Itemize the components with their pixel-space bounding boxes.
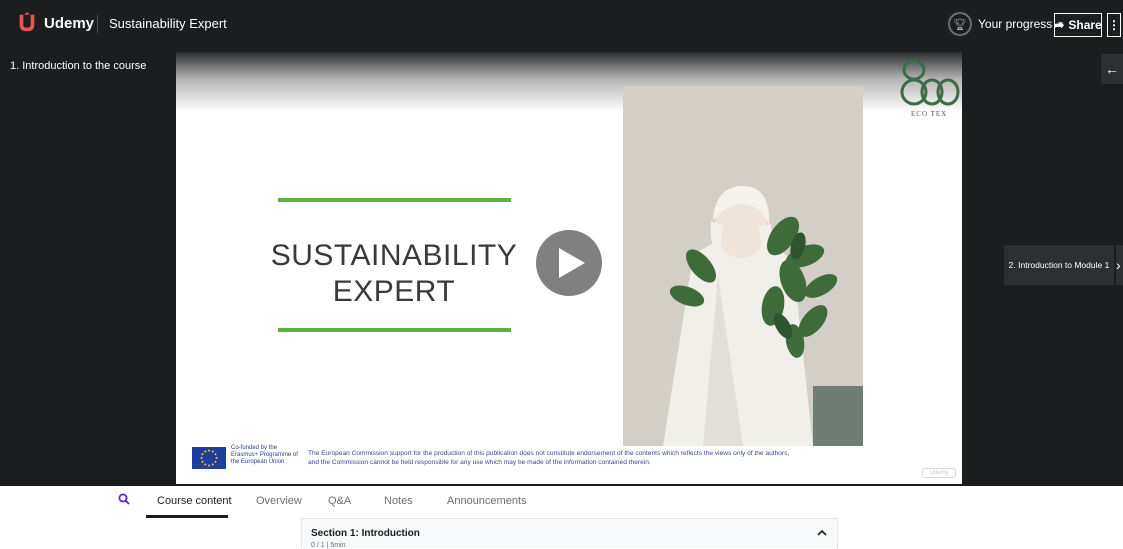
back-arrow-icon[interactable]: ← [1101, 54, 1123, 84]
tab-overview[interactable]: Overview [256, 495, 302, 507]
slide-title-line1: SUSTAINABILITY [270, 239, 518, 272]
model-photo [623, 86, 863, 446]
next-lecture-label[interactable]: 2. Introduction to Module 1 [1004, 245, 1114, 285]
share-label: Share [1068, 18, 1102, 32]
green-divider-top [278, 198, 511, 202]
share-icon: ➦ [1054, 18, 1065, 32]
header-divider [97, 15, 98, 33]
eu-disclaimer: The European Commission support for the … [308, 449, 958, 467]
eco-tex-logo [900, 59, 960, 106]
chevron-up-icon[interactable] [817, 527, 827, 539]
next-arrow-icon[interactable]: › [1116, 245, 1123, 285]
eco-tex-label: ECO TEX [911, 110, 948, 118]
tab-notes[interactable]: Notes [384, 495, 413, 507]
udemy-logo-icon [19, 12, 35, 32]
play-icon [559, 248, 585, 278]
udemy-watermark: Udemy [922, 468, 956, 478]
trophy-icon: 🏆︎ [948, 12, 972, 36]
slide-title-line2: EXPERT [332, 275, 456, 308]
search-icon[interactable] [118, 493, 130, 508]
course-title-link[interactable]: Sustainability Expert [109, 16, 227, 31]
kebab-menu-icon: ⋮ [1108, 18, 1120, 32]
disclaimer-line1: The European Commission support for the … [308, 450, 790, 457]
tab-course-content[interactable]: Course content [157, 495, 232, 507]
disclaimer-line2: and the Commission cannot be held respon… [308, 459, 651, 466]
header-bar: Udemy Sustainability Expert 🏆︎ Your prog… [0, 0, 1123, 48]
green-divider-bottom [278, 328, 511, 332]
progress-label: Your progress [978, 17, 1053, 31]
udemy-logo[interactable]: Udemy [16, 12, 94, 34]
logo-text: Udemy [44, 14, 95, 32]
share-button[interactable]: ➦ Share [1054, 13, 1102, 37]
slide-title: SUSTAINABILITY EXPERT [256, 238, 532, 310]
video-player[interactable]: 1. Introduction to the course ← SUSTAINA… [0, 48, 1123, 486]
eu-flag-icon [192, 447, 226, 469]
eu-funding-label: Co-funded by the Erasmus+ Programme of t… [231, 445, 298, 465]
current-lecture-title: 1. Introduction to the course [10, 60, 147, 72]
model-photo-illustration [623, 86, 863, 446]
tab-announcements[interactable]: Announcements [447, 495, 527, 507]
tab-qa[interactable]: Q&A [328, 495, 351, 507]
section-accordion[interactable]: Section 1: Introduction 0 / 1 | 5min [301, 518, 838, 549]
more-options-button[interactable]: ⋮ [1107, 13, 1121, 37]
course-tabs: Course content Overview Q&A Notes Announ… [0, 486, 1123, 518]
section-title: Section 1: Introduction [311, 528, 420, 539]
play-button[interactable] [536, 230, 602, 296]
progress-dropdown[interactable]: 🏆︎ Your progress ▾ [948, 12, 1063, 36]
active-tab-indicator [146, 515, 228, 518]
video-frame[interactable]: SUSTAINABILITY EXPERT ECO TEX Co-funded … [176, 52, 962, 484]
